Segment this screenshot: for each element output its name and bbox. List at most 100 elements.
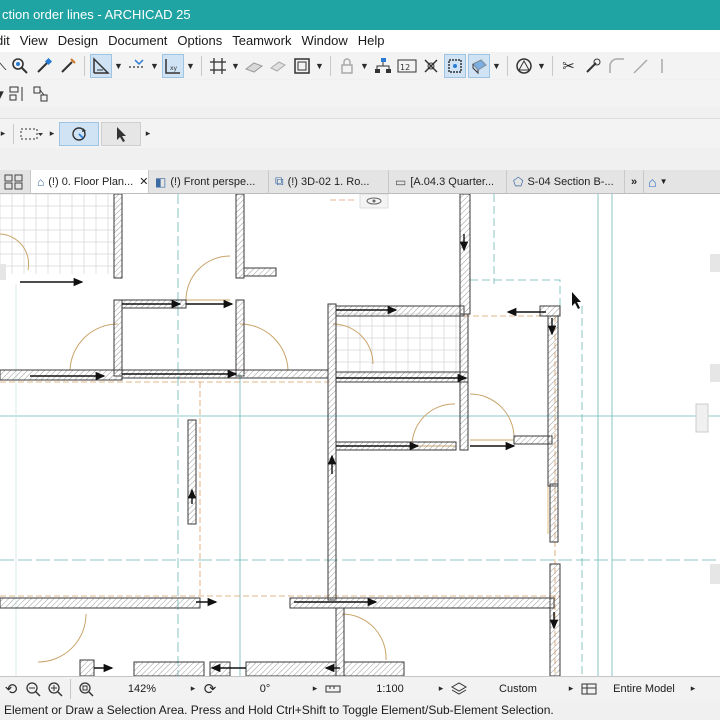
menu-design[interactable]: Design	[53, 30, 103, 52]
hierarchy-icon[interactable]	[372, 54, 394, 78]
layout-icon: ▭	[395, 174, 407, 189]
gravity-icon[interactable]	[267, 54, 289, 78]
tab-3d-view[interactable]: ⧉ (!) 3D-02 1. Ro...	[269, 170, 389, 193]
3d-cube-icon[interactable]	[467, 53, 490, 78]
side-panel-tab[interactable]	[710, 254, 720, 272]
navigator-button[interactable]: ⌂ ▼	[644, 170, 671, 193]
offset-icon[interactable]	[630, 54, 652, 78]
close-icon[interactable]: ✕	[139, 175, 148, 188]
chevron-down-icon[interactable]: ▼	[114, 54, 124, 78]
intersection-icon[interactable]	[420, 54, 442, 78]
dimension-icon[interactable]: 12	[396, 54, 418, 78]
snap-guides-icon[interactable]	[126, 54, 148, 78]
grid-snap-icon[interactable]	[207, 54, 229, 78]
scale-field[interactable]: 1:100	[345, 683, 435, 695]
chevron-right-icon[interactable]: ▸	[0, 122, 8, 146]
menu-document[interactable]: Document	[103, 30, 172, 52]
svg-text:xy: xy	[170, 65, 178, 72]
chevron-right-icon[interactable]: ▸	[47, 122, 57, 146]
guide-lines-icon[interactable]	[89, 53, 112, 78]
tab-overview-button[interactable]	[0, 170, 31, 193]
pen-set-field[interactable]: Custom	[471, 683, 565, 695]
model-view-icon[interactable]	[578, 677, 600, 701]
zoom-in-icon[interactable]	[45, 677, 65, 701]
menu-teamwork[interactable]: Teamwork	[227, 30, 296, 52]
edit-toolbar: ▾	[0, 80, 720, 107]
chevron-right-icon[interactable]: ▸	[188, 677, 198, 701]
rotation-icon[interactable]: ⟳	[200, 677, 220, 701]
side-panel-handle[interactable]	[695, 403, 709, 433]
chevron-down-icon[interactable]: ▼	[231, 54, 241, 78]
chevron-right-icon[interactable]: ▸	[310, 677, 320, 701]
chevron-right-icon[interactable]: ▸	[688, 677, 698, 701]
angle-field[interactable]: 0°	[221, 683, 309, 695]
side-panel-tab[interactable]	[710, 564, 720, 584]
scissors-icon[interactable]: ✂	[558, 54, 580, 78]
chevron-down-icon[interactable]: ▼	[186, 54, 196, 78]
svg-text:12: 12	[400, 63, 410, 72]
eye-toggle-icon[interactable]	[359, 194, 389, 209]
3d-view-icon: ⧉	[275, 174, 284, 188]
frame-icon[interactable]	[291, 54, 313, 78]
zoom-fit-icon[interactable]	[76, 677, 96, 701]
tiled-floor	[0, 194, 118, 274]
menu-options[interactable]: Options	[172, 30, 227, 52]
tab-layout[interactable]: ▭ [A.04.3 Quarter...	[389, 170, 507, 193]
eyedropper-icon[interactable]	[33, 54, 55, 78]
status-hint: Element or Draw a Selection Area. Press …	[0, 700, 720, 720]
arrow-pointer-icon[interactable]	[101, 121, 141, 146]
menu-view[interactable]: View	[15, 30, 53, 52]
window-title-bar[interactable]: ction order lines - ARCHICAD 25	[0, 0, 720, 30]
status-bar: ⟲ 142% ▸ ⟳ 0° ▸ 1:100 ▸ Custom ▸ Entire …	[0, 676, 720, 700]
chevron-left-icon[interactable]: ▾	[0, 82, 4, 106]
triangle-circle-icon[interactable]	[513, 54, 535, 78]
coordinates-icon[interactable]: xy	[161, 53, 184, 78]
tab-label: (!) 0. Floor Plan...	[48, 175, 134, 188]
tiled-floor	[333, 312, 463, 374]
find-select-icon[interactable]	[9, 54, 31, 78]
scale-ruler-icon[interactable]	[322, 677, 344, 701]
grid-view-icon	[4, 174, 23, 189]
magic-wand-icon[interactable]	[582, 54, 604, 78]
house-icon: ⌂	[648, 173, 657, 190]
menu-edit[interactable]: dit	[0, 30, 15, 52]
fillet-icon[interactable]	[606, 54, 628, 78]
distribute-icon[interactable]	[30, 82, 52, 106]
tab-overflow-button[interactable]: »	[625, 170, 645, 193]
layers-icon[interactable]	[448, 677, 470, 701]
select-frame-icon[interactable]	[443, 53, 466, 78]
zoom-field[interactable]: 142%	[97, 683, 187, 695]
model-view-value: Entire Model	[613, 682, 675, 695]
menu-bar: dit View Design Document Options Teamwor…	[0, 30, 720, 52]
chevron-down-icon[interactable]: ▼	[492, 54, 502, 78]
chevron-right-icon[interactable]: ▸	[143, 122, 153, 146]
syringe-icon[interactable]	[57, 54, 79, 78]
chevron-down-icon[interactable]: ▼	[150, 54, 160, 78]
layer-plane-icon[interactable]	[243, 54, 265, 78]
floor-plan-canvas[interactable]	[0, 194, 720, 676]
chevron-down-icon[interactable]: ▼	[360, 54, 370, 78]
menu-help[interactable]: Help	[353, 30, 390, 52]
marquee-icon[interactable]	[19, 122, 45, 146]
chevron-down-icon[interactable]: ▼	[315, 54, 325, 78]
align-icon[interactable]	[6, 82, 28, 106]
rotate-view-icon[interactable]	[59, 121, 99, 146]
left-panel-tab[interactable]	[0, 264, 6, 280]
undo-zoom-icon[interactable]: ⟲	[1, 677, 21, 701]
model-view-field[interactable]: Entire Model	[601, 683, 687, 695]
chevron-right-icon[interactable]: ▸	[436, 677, 446, 701]
zoom-out-icon[interactable]	[23, 677, 43, 701]
partial-icon[interactable]: ⟍	[0, 54, 7, 78]
angle-value: 0°	[259, 682, 271, 695]
chevron-right-icon[interactable]: ▸	[566, 677, 576, 701]
toolbox-row: ▸ ▸ ▸	[0, 118, 720, 148]
side-panel-tab[interactable]	[710, 364, 720, 382]
tab-floor-plan[interactable]: ⌂ (!) 0. Floor Plan... ✕	[31, 170, 149, 193]
lock-icon[interactable]	[336, 54, 358, 78]
chevron-down-icon[interactable]: ▼	[537, 54, 547, 78]
perspective-icon: ◧	[155, 174, 167, 189]
split-icon[interactable]	[654, 54, 676, 78]
menu-window[interactable]: Window	[296, 30, 352, 52]
tab-front-perspective[interactable]: ◧ (!) Front perspe...	[149, 170, 269, 193]
tab-section[interactable]: ⬠ S-04 Section B-...	[507, 170, 625, 193]
